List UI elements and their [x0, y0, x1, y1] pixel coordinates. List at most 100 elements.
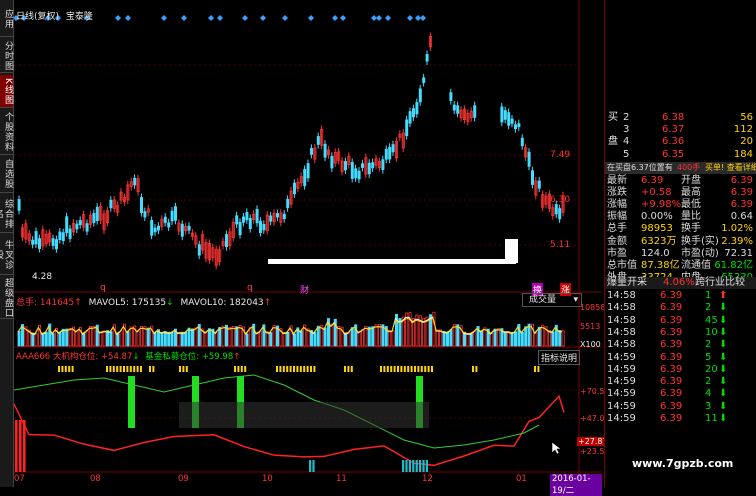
- diamond-marker: [376, 15, 382, 21]
- signal-mark: [310, 366, 312, 372]
- candle-body: [306, 163, 310, 179]
- signal-mark: [116, 366, 119, 372]
- field-value: 6.39: [730, 175, 753, 186]
- field-value: 6.39: [641, 175, 664, 186]
- cyan-bars: [309, 460, 428, 472]
- tick-qty: 5: [705, 351, 712, 363]
- volume-bar: [347, 332, 351, 347]
- signal-mark: [136, 366, 139, 372]
- chart-area[interactable]: 日线(复权) 宝泰隆 7.49 6.30 5.11 4.28 q q 财 换 涨…: [13, 0, 610, 496]
- volume-bar: [286, 331, 290, 347]
- candle-body: [269, 215, 273, 222]
- candle-body: [503, 110, 507, 120]
- candle-body: [275, 213, 279, 218]
- signal-mark: [472, 366, 474, 372]
- candle-body: [55, 239, 59, 250]
- signal-mark: [431, 366, 433, 372]
- indicator-explain-button[interactable]: 指标说明: [538, 350, 581, 365]
- candle-body: [173, 206, 177, 221]
- volume-bar: [126, 331, 130, 347]
- volume-bar: [58, 332, 62, 347]
- candle-body: [316, 136, 320, 145]
- candle-body: [517, 123, 521, 128]
- tick-price: 6.39: [660, 339, 683, 351]
- field-label: 市盈: [607, 247, 627, 259]
- field-label: 量比: [681, 211, 701, 223]
- signal-mark: [403, 366, 406, 372]
- candle-body: [367, 162, 371, 175]
- signal-mark: [350, 366, 353, 372]
- tick-row: 14:58 6.39 45 ⬇: [605, 315, 756, 327]
- candle-body: [140, 197, 144, 214]
- volume-bar: [184, 331, 188, 347]
- volume-bar: [479, 330, 483, 347]
- signal-mark: [289, 366, 292, 372]
- candle-body: [238, 222, 242, 236]
- nav-item-4[interactable]: 自选股: [0, 156, 13, 193]
- nav-item-1[interactable]: 分时图: [0, 40, 13, 73]
- volume-bar: [190, 328, 194, 347]
- bid-row: 4 6.36 20: [605, 136, 756, 148]
- arrow-down-icon: ⬇: [719, 326, 728, 338]
- signal-mark: [407, 366, 410, 372]
- quote-field-row: 金额 6323万 换手(实) 2.39%: [605, 236, 756, 248]
- candle-body: [422, 77, 426, 83]
- candle-body: [153, 227, 157, 233]
- signal-mark: [299, 366, 302, 372]
- volume-bar: [343, 332, 347, 347]
- nav-item-7[interactable]: 超级盘口: [0, 278, 13, 319]
- volume-selector[interactable]: 成交量 ▾: [522, 293, 582, 307]
- volume-bar: [221, 325, 225, 347]
- volume-bar: [551, 331, 555, 347]
- candle-body: [415, 102, 419, 115]
- candle-body: [473, 105, 477, 118]
- nav-item-5[interactable]: 综合排名: [0, 196, 13, 233]
- volume-bar: [469, 333, 473, 347]
- volume-bar: [177, 332, 181, 347]
- volume-bar: [510, 332, 514, 347]
- volume-bar: [99, 331, 103, 347]
- nav-item-2[interactable]: K线图: [0, 75, 13, 108]
- signal-mark: [185, 366, 188, 372]
- tick-qty: 3: [705, 400, 712, 412]
- candle-body: [381, 159, 385, 170]
- volume-total: 总手: 141645: [16, 298, 75, 308]
- field-label: 市盈(动): [681, 247, 719, 259]
- candle-body: [109, 199, 113, 209]
- field-value: 98953: [641, 223, 673, 235]
- signal-mark: [380, 366, 382, 372]
- nav-item-3[interactable]: 个股资料: [0, 110, 13, 155]
- marker-cai: 财: [300, 286, 310, 296]
- signal-mark: [182, 366, 185, 372]
- volume-bar: [146, 327, 150, 347]
- candle-body: [85, 223, 89, 232]
- volume-bar: [34, 333, 38, 347]
- nav-item-0[interactable]: 应用: [0, 2, 13, 37]
- volume-bar: [235, 326, 239, 347]
- volume-bar: [449, 329, 453, 347]
- arrow-down-icon: ⬇: [719, 339, 728, 351]
- tick-qty: 2: [705, 302, 712, 314]
- signal-mark: [279, 366, 282, 372]
- volume-bar: [534, 332, 538, 347]
- candle-body: [531, 170, 535, 185]
- candle-body: [405, 119, 409, 137]
- candle-body: [95, 206, 99, 222]
- signal-mark: [282, 366, 285, 372]
- candle-body: [388, 146, 392, 160]
- red-bar: [23, 420, 26, 472]
- kline-chart[interactable]: [13, 0, 602, 487]
- candle-body: [180, 223, 184, 237]
- nav-item-6[interactable]: 牛叉诊股: [0, 236, 13, 275]
- signal-mark: [71, 366, 74, 372]
- candle-body: [558, 208, 562, 220]
- diamond-marker: [181, 15, 187, 21]
- bid-volume: 56: [740, 112, 753, 123]
- arrow-down-icon: ⬇: [719, 302, 728, 314]
- tick-time: 14:59: [607, 363, 636, 375]
- x-tick: 12: [422, 474, 433, 484]
- diamond-marker: [340, 15, 346, 21]
- volume-bar: [136, 330, 140, 347]
- candle-body: [255, 208, 259, 224]
- cyan-bar: [422, 460, 425, 472]
